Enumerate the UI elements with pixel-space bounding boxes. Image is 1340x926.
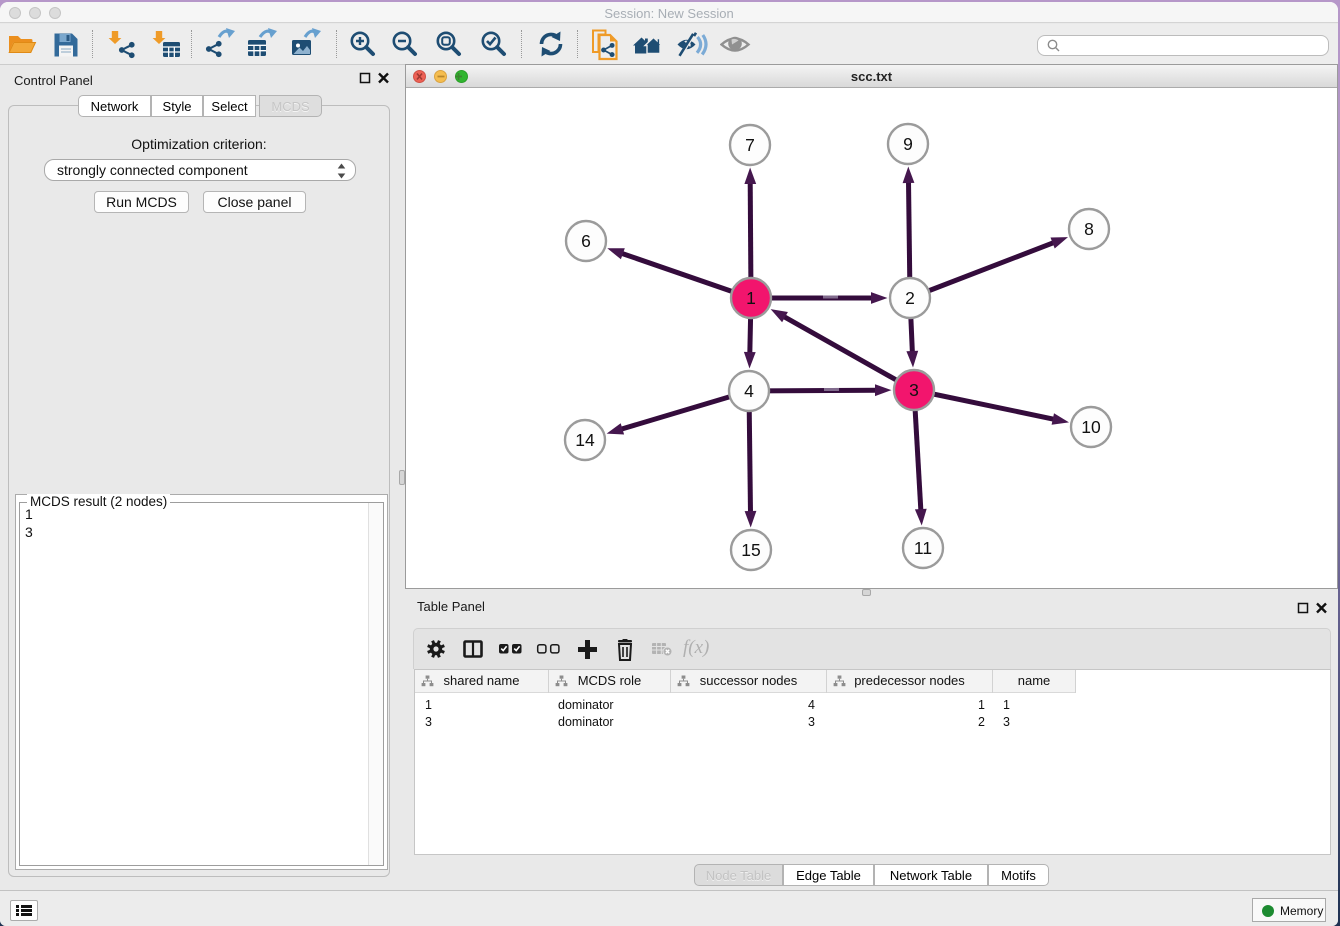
svg-text:8: 8 — [1084, 219, 1094, 239]
svg-text:11: 11 — [914, 538, 932, 558]
svg-text:1: 1 — [746, 288, 756, 308]
svg-text:4: 4 — [744, 381, 754, 401]
svg-text:15: 15 — [741, 540, 760, 560]
svg-text:10: 10 — [1081, 417, 1101, 437]
svg-text:2: 2 — [905, 288, 915, 308]
svg-text:14: 14 — [575, 430, 595, 450]
svg-text:3: 3 — [909, 380, 919, 400]
svg-text:9: 9 — [903, 134, 913, 154]
svg-text:6: 6 — [581, 231, 591, 251]
svg-text:f(x): f(x) — [683, 638, 709, 658]
svg-text:7: 7 — [745, 135, 755, 155]
